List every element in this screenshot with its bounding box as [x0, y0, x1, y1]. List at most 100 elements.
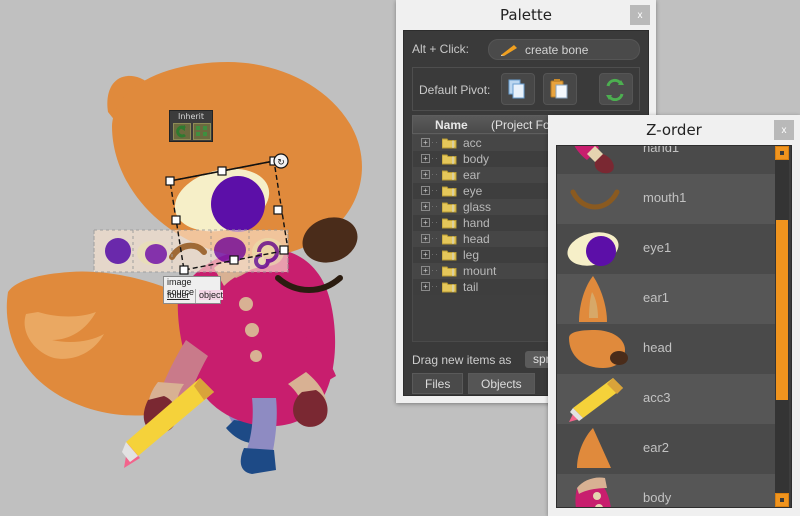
tree-item-label: ear — [463, 168, 481, 182]
refresh-icon — [606, 78, 624, 101]
folder-icon — [442, 233, 457, 245]
zorder-close-button[interactable]: x — [774, 120, 794, 140]
zorder-row-acc3[interactable]: acc3 — [557, 374, 777, 424]
zorder-item-label: hand1 — [643, 145, 680, 155]
tree-guide-dots: ·· — [431, 281, 439, 291]
expander-icon[interactable]: + — [421, 138, 430, 147]
folder-icon — [442, 169, 457, 181]
create-bone-field[interactable]: create bone — [488, 39, 640, 60]
expander-icon[interactable]: + — [421, 154, 430, 163]
zorder-item-label: ear2 — [643, 440, 670, 455]
body-magenta-thumb — [575, 477, 611, 507]
expander-icon[interactable]: + — [421, 250, 430, 259]
refresh-button[interactable] — [599, 73, 633, 105]
zorder-item-label: head — [643, 340, 672, 355]
default-pivot-group: Default Pivot: — [412, 67, 640, 111]
inherit-scale-icon[interactable] — [193, 123, 211, 140]
paste-pivot-button[interactable] — [543, 73, 577, 105]
tab-objects[interactable]: Objects — [468, 373, 535, 394]
expander-icon[interactable]: + — [421, 202, 430, 211]
tree-guide-dots: ·· — [431, 185, 439, 195]
expander-icon[interactable]: + — [421, 266, 430, 275]
scroll-down-button[interactable] — [775, 493, 789, 507]
ear-orange-thumb — [579, 276, 607, 322]
tree-header-name: Name — [435, 118, 468, 132]
zorder-scrollbar[interactable] — [775, 146, 789, 507]
tree-item-label: head — [463, 232, 490, 246]
zorder-row-eye1[interactable]: eye1 — [557, 224, 777, 274]
alt-click-label: Alt + Click: — [412, 42, 470, 56]
zorder-item-label: mouth1 — [643, 190, 687, 205]
palette-titlebar[interactable]: Palette x — [396, 0, 656, 30]
ear-triangle-thumb — [577, 428, 611, 468]
tooltip-separator — [195, 289, 196, 303]
copy-pivot-button[interactable] — [501, 73, 535, 105]
zorder-body[interactable]: hand1 mouth1 eye1 ear1 head acc3 ear2 bo… — [556, 145, 792, 508]
zorder-row-ear2[interactable]: ear2 — [557, 424, 777, 474]
inherit-rotation-icon[interactable] — [173, 123, 191, 140]
zorder-item-label: ear1 — [643, 290, 670, 305]
tree-guide-dots: ·· — [431, 137, 439, 147]
alt-click-row: Alt + Click: create bone — [412, 39, 640, 61]
tree-item-label: tail — [463, 280, 479, 294]
tree-guide-dots: ·· — [431, 217, 439, 227]
zorder-titlebar[interactable]: Z-order x — [548, 115, 800, 145]
tree-item-label: leg — [463, 248, 480, 262]
zorder-title: Z-order — [646, 121, 702, 139]
zorder-row-ear1[interactable]: ear1 — [557, 274, 777, 324]
tree-guide-dots: ·· — [431, 153, 439, 163]
folder-icon — [442, 249, 457, 261]
inherit-badge-caption: Inherit — [177, 112, 205, 121]
zorder-window[interactable]: Z-order x hand1 mouth1 eye1 ear1 head ac… — [548, 115, 800, 516]
expander-icon[interactable]: + — [421, 282, 430, 291]
image-source-tooltip[interactable]: image source folder object — [163, 276, 224, 304]
tree-item-label: acc — [463, 136, 482, 150]
inherit-badge[interactable]: Inherit — [169, 110, 213, 142]
tree-guide-dots: ·· — [431, 249, 439, 259]
tooltip-option-object[interactable]: object — [199, 290, 224, 300]
mouth-curve-thumb — [570, 189, 620, 210]
pencil-thumb — [569, 378, 623, 422]
bone-pencil-icon — [501, 45, 517, 56]
tree-guide-dots: ·· — [431, 265, 439, 275]
default-pivot-label: Default Pivot: — [419, 83, 491, 97]
folder-icon — [442, 153, 457, 165]
folder-icon — [442, 185, 457, 197]
tab-files[interactable]: Files — [412, 373, 464, 394]
folder-icon — [442, 217, 457, 229]
zorder-list[interactable]: hand1 mouth1 eye1 ear1 head acc3 ear2 bo… — [557, 145, 777, 507]
eye-purple-thumb — [567, 232, 619, 266]
tree-guide-dots: ·· — [431, 233, 439, 243]
tree-item-label: eye — [463, 184, 483, 198]
zorder-item-label: acc3 — [643, 390, 671, 405]
expander-icon[interactable]: + — [421, 234, 430, 243]
expander-icon[interactable]: + — [421, 186, 430, 195]
zorder-item-label: eye1 — [643, 240, 672, 255]
tree-guide-dots: ·· — [431, 201, 439, 211]
zorder-row-head[interactable]: head — [557, 324, 777, 374]
create-bone-label: create bone — [525, 43, 589, 57]
zorder-row-body[interactable]: body — [557, 474, 777, 507]
tree-item-label: mount — [463, 264, 497, 278]
tree-item-label: body — [463, 152, 490, 166]
expander-icon[interactable]: + — [421, 170, 430, 179]
zorder-row-hand1[interactable]: hand1 — [557, 145, 777, 174]
paste-icon — [550, 79, 568, 99]
copy-icon — [508, 79, 525, 99]
tree-item-label: glass — [463, 200, 492, 214]
svg-text:↻: ↻ — [277, 158, 285, 168]
drag-new-items-label: Drag new items as — [412, 353, 512, 367]
head-orange-thumb — [569, 330, 628, 368]
expander-icon[interactable]: + — [421, 218, 430, 227]
folder-icon — [442, 281, 457, 293]
scroll-up-icon — [780, 151, 784, 155]
scrollbar-thumb[interactable] — [776, 220, 788, 400]
tooltip-option-folder[interactable]: folder — [167, 290, 190, 300]
tree-guide-dots: ·· — [431, 169, 439, 179]
zorder-row-mouth1[interactable]: mouth1 — [557, 174, 777, 224]
zorder-item-label: body — [643, 490, 672, 505]
hand-sleeve-thumb — [574, 146, 614, 174]
palette-close-button[interactable]: x — [630, 5, 650, 25]
scroll-up-button[interactable] — [775, 146, 789, 160]
tree-item-label: hand — [463, 216, 490, 230]
